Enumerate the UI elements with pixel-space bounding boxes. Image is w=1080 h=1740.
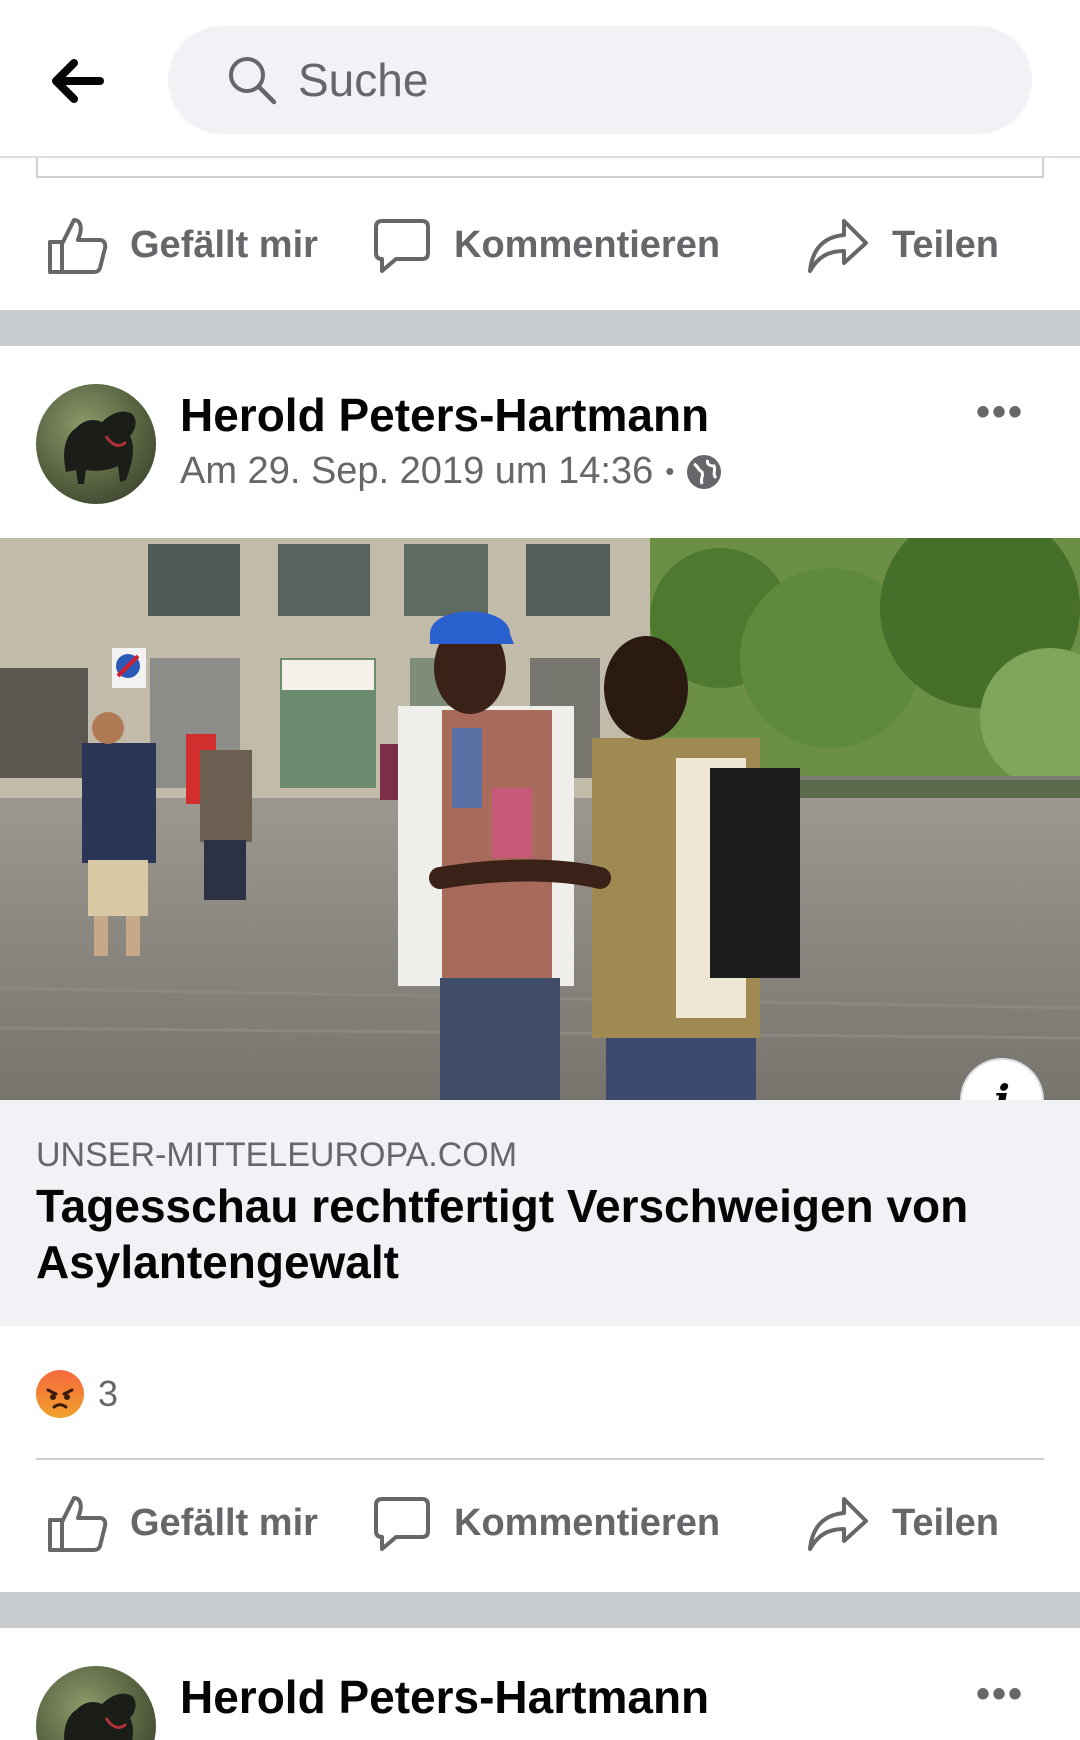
previous-post-actions: Gefällt mir Kommentieren Teilen: [0, 184, 1080, 306]
link-title[interactable]: Tagesschau rechtfertigt Verschweigen von…: [36, 1178, 1036, 1290]
globe-icon: [687, 454, 722, 489]
post-header: Herold Peters-Hartmann •••: [0, 1628, 1080, 1740]
comment-icon: [374, 1497, 430, 1551]
avatar[interactable]: [36, 384, 156, 504]
previous-post-link-edge: [36, 158, 1044, 178]
share-button[interactable]: Teilen: [806, 1483, 999, 1563]
post-author[interactable]: Herold Peters-Hartmann: [180, 388, 709, 442]
comment-button[interactable]: Kommentieren: [372, 1483, 720, 1563]
avatar[interactable]: [36, 1666, 156, 1740]
link-domain: UNSER-MITTELEUROPA.COM: [36, 1136, 518, 1174]
street-scene-photo: [0, 538, 1080, 1100]
reaction-summary[interactable]: 3: [36, 1370, 118, 1418]
more-options-button[interactable]: •••: [976, 390, 1024, 435]
link-preview-image[interactable]: [0, 538, 1080, 1100]
share-button[interactable]: Teilen: [806, 205, 999, 285]
dog-photo-icon: [64, 411, 136, 484]
link-preview-caption[interactable]: UNSER-MITTELEUROPA.COM Tagesschau rechtf…: [0, 1100, 1080, 1326]
feed-separator: [0, 310, 1080, 346]
comment-icon: [374, 219, 430, 273]
post-header: Herold Peters-Hartmann Am 29. Sep. 2019 …: [0, 346, 1080, 506]
top-bar: Suche: [0, 0, 1080, 158]
post-actions: Gefällt mir Kommentieren Teilen: [0, 1462, 1080, 1584]
more-options-button[interactable]: •••: [976, 1672, 1024, 1717]
like-button[interactable]: Gefällt mir: [46, 1483, 318, 1563]
search-bar[interactable]: Suche: [168, 26, 1032, 134]
back-button[interactable]: [50, 48, 140, 114]
like-button[interactable]: Gefällt mir: [46, 205, 318, 285]
post-author[interactable]: Herold Peters-Hartmann: [180, 1670, 709, 1724]
meta-separator: •: [665, 456, 675, 486]
comment-button[interactable]: Kommentieren: [372, 205, 720, 285]
post-meta: Am 29. Sep. 2019 um 14:36 •: [180, 450, 722, 493]
share-icon: [808, 219, 868, 273]
post-timestamp[interactable]: Am 29. Sep. 2019 um 14:36: [180, 450, 653, 493]
thumbs-up-icon: [48, 218, 108, 274]
dog-photo-icon: [64, 1693, 136, 1740]
share-icon: [808, 1497, 868, 1551]
angry-reaction-icon: [36, 1370, 84, 1418]
search-icon: [229, 57, 277, 105]
divider: [36, 1458, 1044, 1460]
thumbs-up-icon: [48, 1496, 108, 1552]
reaction-count: 3: [98, 1373, 119, 1414]
feed-separator: [0, 1592, 1080, 1628]
arrow-left-icon: [52, 59, 104, 103]
search-input[interactable]: Suche: [298, 53, 428, 107]
